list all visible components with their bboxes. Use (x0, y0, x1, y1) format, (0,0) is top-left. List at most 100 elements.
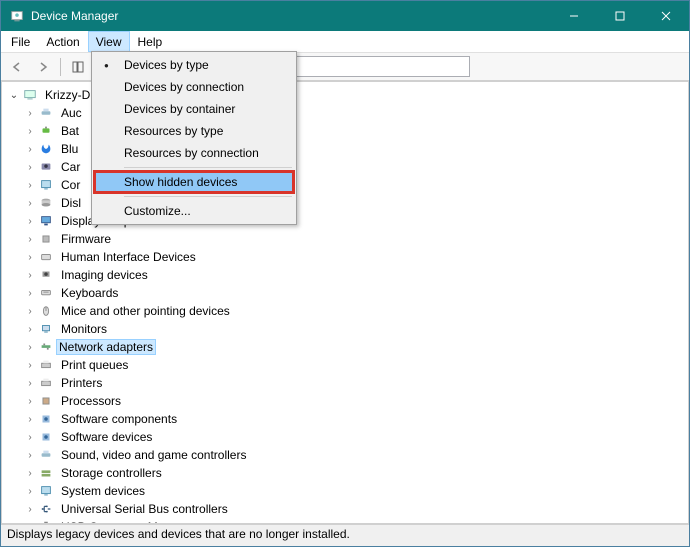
expand-icon[interactable]: › (24, 287, 36, 299)
tree-node[interactable]: ›Universal Serial Bus controllers (2, 500, 688, 518)
tree-node-label: Monitors (58, 322, 110, 336)
tree-node[interactable]: › Network adapters (2, 338, 688, 356)
expand-icon[interactable]: › (24, 341, 36, 353)
tree-node[interactable]: › Keyboards (2, 284, 688, 302)
menu-devices-by-container[interactable]: Devices by container (94, 98, 294, 120)
device-category-icon (38, 393, 54, 409)
expand-icon[interactable]: › (24, 161, 36, 173)
tree-node[interactable]: › Processors (2, 392, 688, 410)
tree-node-label: Cor (58, 178, 83, 192)
expand-icon[interactable]: › (24, 269, 36, 281)
tree-root-label: Krizzy-D (42, 88, 93, 102)
device-category-icon (38, 303, 54, 319)
device-category-icon (38, 321, 54, 337)
tree-node[interactable]: › Software components (2, 410, 688, 428)
device-category-icon (38, 375, 54, 391)
tree-node[interactable]: › Sound, video and game controllers (2, 446, 688, 464)
tree-node-label: Processors (58, 394, 124, 408)
app-icon (9, 8, 25, 24)
menu-devices-by-connection[interactable]: Devices by connection (94, 76, 294, 98)
menu-resources-by-connection[interactable]: Resources by connection (94, 142, 294, 164)
expand-icon[interactable]: › (24, 323, 36, 335)
tree-node[interactable]: › Mice and other pointing devices (2, 302, 688, 320)
tree-node[interactable]: › Monitors (2, 320, 688, 338)
computer-icon (22, 87, 38, 103)
window-title: Device Manager (31, 9, 551, 23)
menu-action[interactable]: Action (38, 31, 87, 52)
collapse-icon[interactable]: ⌄ (8, 89, 20, 101)
expand-icon[interactable]: › (24, 449, 36, 461)
device-category-icon (38, 195, 54, 211)
tree-node[interactable]: › Software devices (2, 428, 688, 446)
expand-icon[interactable]: › (24, 179, 36, 191)
expand-icon[interactable]: › (24, 467, 36, 479)
tree-node[interactable]: ›USB Connector Managers (2, 518, 688, 523)
menu-customize[interactable]: Customize... (94, 200, 294, 222)
tree-node-label: Network adapters (56, 339, 156, 355)
statusbar: Displays legacy devices and devices that… (1, 524, 689, 546)
menubar: File Action View Help (1, 31, 689, 53)
device-category-icon (38, 465, 54, 481)
expand-icon[interactable]: › (24, 413, 36, 425)
status-text: Displays legacy devices and devices that… (7, 527, 350, 541)
expand-icon[interactable]: › (24, 233, 36, 245)
device-category-icon (38, 429, 54, 445)
device-category-icon (38, 105, 54, 121)
menu-separator (124, 167, 292, 168)
menu-file[interactable]: File (3, 31, 38, 52)
tree-node[interactable]: › Print queues (2, 356, 688, 374)
titlebar[interactable]: Device Manager (1, 1, 689, 31)
tree-node[interactable]: ›Printers (2, 374, 688, 392)
device-category-icon (38, 339, 54, 355)
tree-node-label: Sound, video and game controllers (58, 448, 249, 462)
tree-node-label: Print queues (58, 358, 131, 372)
menu-devices-by-type[interactable]: Devices by type (94, 54, 294, 76)
tree-node-label: Software components (58, 412, 180, 426)
tree-node[interactable]: › System devices (2, 482, 688, 500)
expand-icon[interactable]: › (24, 431, 36, 443)
device-category-icon (38, 177, 54, 193)
menu-separator (124, 196, 292, 197)
device-category-icon (38, 231, 54, 247)
tree-node-label: Car (58, 160, 83, 174)
tree-node[interactable]: ›Imaging devices (2, 266, 688, 284)
tree-node[interactable]: ›Storage controllers (2, 464, 688, 482)
forward-button[interactable] (31, 56, 55, 78)
tree-node-label: Mice and other pointing devices (58, 304, 233, 318)
tree-node[interactable]: › Human Interface Devices (2, 248, 688, 266)
expand-icon[interactable]: › (24, 143, 36, 155)
menu-resources-by-type[interactable]: Resources by type (94, 120, 294, 142)
expand-icon[interactable]: › (24, 125, 36, 137)
tree-node-label: Human Interface Devices (58, 250, 199, 264)
minimize-button[interactable] (551, 1, 597, 31)
expand-icon[interactable]: › (24, 377, 36, 389)
expand-icon[interactable]: › (24, 215, 36, 227)
expand-icon[interactable]: › (24, 521, 36, 523)
tree-node-label: Blu (58, 142, 81, 156)
maximize-button[interactable] (597, 1, 643, 31)
tree-node-label: Software devices (58, 430, 155, 444)
device-category-icon (38, 213, 54, 229)
expand-icon[interactable]: › (24, 251, 36, 263)
menu-help[interactable]: Help (130, 31, 171, 52)
show-hide-tree-button[interactable] (66, 56, 90, 78)
menu-show-hidden-devices[interactable]: Show hidden devices (94, 171, 294, 193)
expand-icon[interactable]: › (24, 485, 36, 497)
tree-node[interactable]: ›Firmware (2, 230, 688, 248)
device-category-icon (38, 357, 54, 373)
expand-icon[interactable]: › (24, 197, 36, 209)
back-button[interactable] (5, 56, 29, 78)
tree-node-label: Keyboards (58, 286, 121, 300)
expand-icon[interactable]: › (24, 107, 36, 119)
device-category-icon (38, 141, 54, 157)
view-dropdown-menu: Devices by type Devices by connection De… (91, 51, 297, 225)
device-category-icon (38, 249, 54, 265)
expand-icon[interactable]: › (24, 395, 36, 407)
expand-icon[interactable]: › (24, 503, 36, 515)
menu-view[interactable]: View (88, 31, 130, 52)
close-button[interactable] (643, 1, 689, 31)
expand-icon[interactable]: › (24, 305, 36, 317)
tree-node-label: System devices (58, 484, 148, 498)
expand-icon[interactable]: › (24, 359, 36, 371)
device-category-icon (38, 159, 54, 175)
